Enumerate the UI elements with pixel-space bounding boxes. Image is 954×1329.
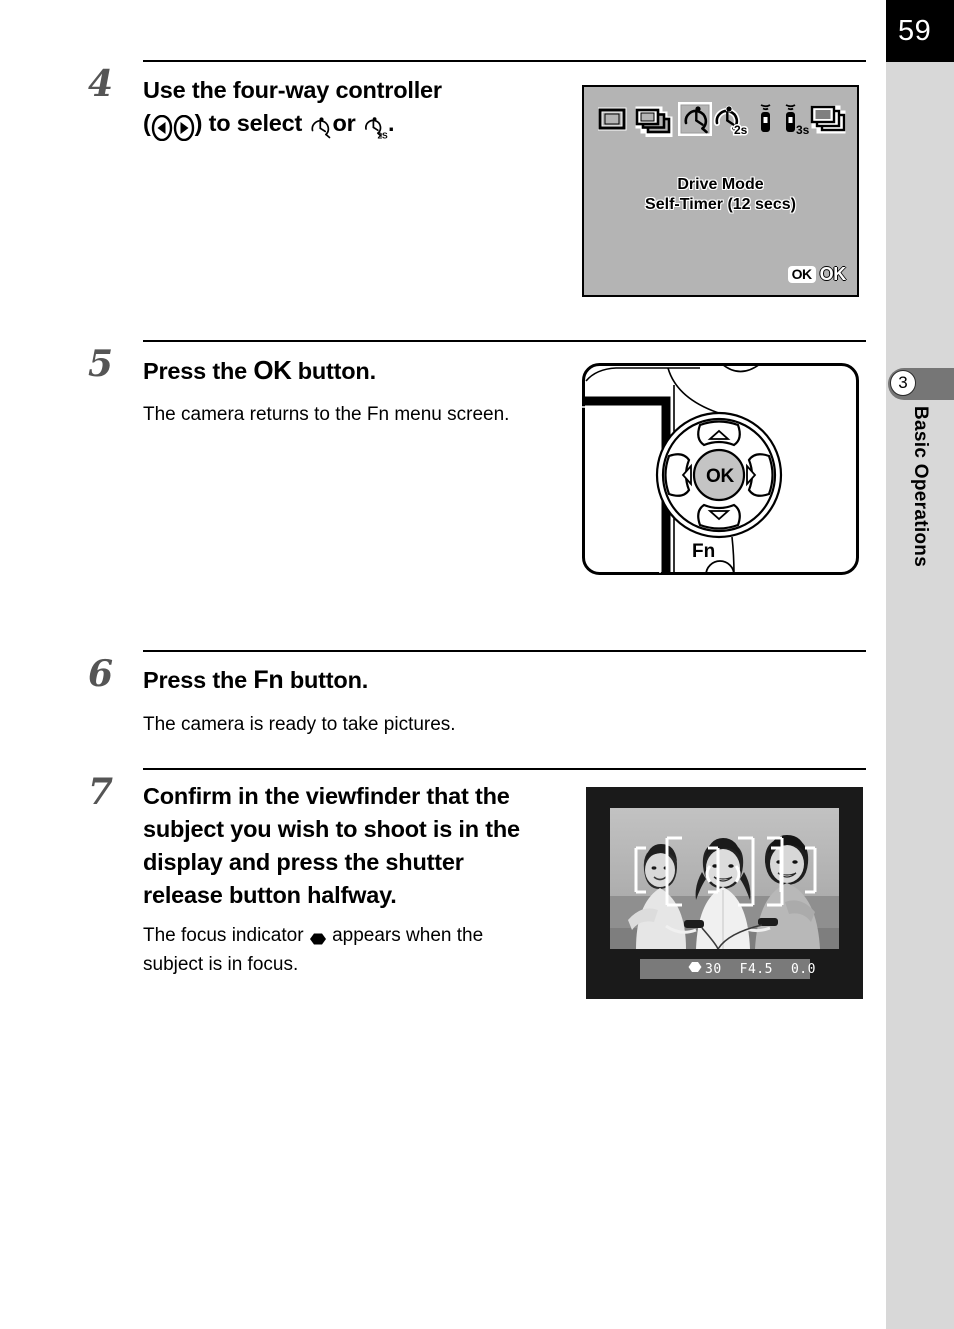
ok-button-center-label: OK: [706, 466, 734, 487]
chapter-number-badge: 3: [890, 370, 916, 396]
ok-hint-label: OK: [819, 264, 847, 284]
sidebar-band: [886, 0, 954, 1329]
lcd-caption: Drive Mode Self-Timer (12 secs): [584, 175, 857, 215]
focus-indicator-icon: [688, 960, 702, 978]
step-5-body: The camera returns to the Fn menu screen…: [143, 404, 510, 425]
step-divider: [143, 768, 866, 770]
four-way-right-button-icon: [173, 110, 195, 143]
step-6-heading-prefix: Press the: [143, 667, 248, 693]
self-timer-2s-icon: 2S: [362, 110, 388, 143]
step-7-heading: Confirm in the viewfinder that the subje…: [143, 783, 520, 908]
step-4-heading-part1: Use the four-way controller: [143, 77, 442, 103]
chapter-title: Basic Operations: [886, 406, 954, 636]
page-number-box: 59: [886, 0, 954, 62]
step-number-6: 6: [88, 653, 114, 695]
step-number-4: 4: [88, 63, 114, 105]
exposure-bracketing-icon: [810, 105, 846, 134]
ok-badge-icon: OK: [787, 266, 816, 283]
drive-mode-icon-row: 2s 2s 3s: [597, 101, 848, 139]
step-4-paren-open: (: [143, 110, 151, 136]
continuous-shooting-icon: [635, 106, 673, 139]
fn-button-label: Fn: [692, 541, 716, 562]
focus-indicator-icon: [309, 926, 327, 952]
step-4-period: .: [387, 110, 395, 136]
page-number: 59: [898, 15, 932, 47]
step-6-heading-suffix: button.: [289, 667, 369, 693]
chapter-title-text: Basic Operations: [910, 406, 931, 568]
step-5-heading-prefix: Press the: [143, 358, 248, 384]
step-6-body: The camera is ready to take pictures.: [143, 714, 456, 735]
exposure-compensation-value: 0.0: [790, 961, 816, 977]
self-timer-2s-icon: 2s 2s: [713, 105, 749, 139]
step-divider: [143, 60, 866, 62]
step-number-5: 5: [88, 343, 114, 385]
lcd-ok-hint: OK OK: [787, 264, 847, 285]
step-divider: [143, 650, 866, 652]
self-timer-12s-icon: [308, 110, 332, 143]
drive-mode-lcd-screen: 2s 2s 3s Drive Mode Self-Timer (12 secs)…: [582, 85, 859, 297]
svg-text:2s: 2s: [734, 123, 748, 137]
step-5-heading: Press the OK button.: [143, 354, 563, 388]
remote-control-icon: [760, 104, 771, 132]
aperture-value: F4.5: [739, 961, 773, 977]
svg-text:2S: 2S: [377, 130, 388, 140]
lcd-caption-line1: Drive Mode: [677, 176, 764, 193]
four-way-left-button-icon: [151, 110, 173, 143]
ok-button-label: OK: [253, 355, 292, 385]
viewfinder-photo: [610, 808, 839, 949]
step-7-body: The focus indicator appears when the sub…: [143, 923, 533, 978]
self-timer-12s-icon: [678, 102, 712, 136]
viewfinder-figure: 30 F4.5 0.0: [586, 787, 863, 999]
step-7-body-part1: The focus indicator: [143, 925, 304, 946]
svg-text:3s: 3s: [796, 123, 810, 137]
single-frame-icon: [597, 107, 627, 131]
lcd-caption-line2: Self-Timer (12 secs): [645, 196, 796, 213]
fn-button-inline-label: Fn: [253, 666, 284, 694]
remote-control-3s-icon: 3s: [785, 104, 810, 137]
step-4-paren-close: ) to select: [194, 110, 303, 136]
step-4-or: or: [332, 110, 356, 136]
step-4-heading: Use the four-way controller ( ) to selec…: [143, 74, 563, 143]
step-6-heading: Press the Fn button.: [143, 664, 563, 697]
four-way-controller-figure: OK Fn: [582, 363, 859, 590]
viewfinder-status-bar: 30 F4.5 0.0: [640, 959, 815, 979]
step-5-heading-suffix: button.: [297, 358, 376, 384]
shutter-speed-value: 30: [705, 961, 722, 977]
step-divider: [143, 340, 866, 342]
step-number-7: 7: [88, 771, 114, 813]
